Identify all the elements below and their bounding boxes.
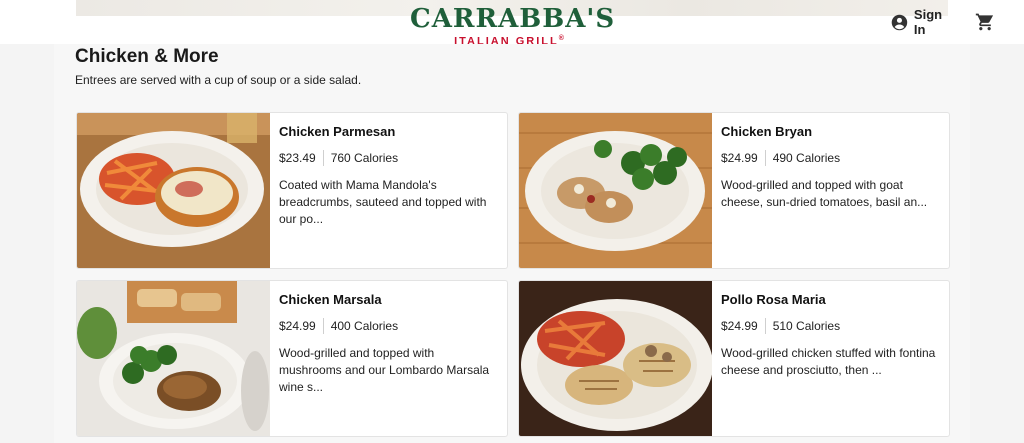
- menu-item-price: $24.99: [721, 319, 758, 333]
- menu-item-body: Pollo Rosa Maria $24.99 510 Calories Woo…: [721, 281, 939, 379]
- meta-divider: [322, 318, 324, 334]
- menu-item-body: Chicken Parmesan $23.49 760 Calories Coa…: [279, 113, 497, 228]
- shopping-cart-icon: [975, 13, 994, 31]
- menu-item-card[interactable]: Chicken Marsala $24.99 400 Calories Wood…: [76, 280, 508, 437]
- menu-item-meta: $24.99 490 Calories: [721, 150, 939, 166]
- section-subtitle: Entrees are served with a cup of soup or…: [75, 73, 362, 87]
- menu-item-description: Coated with Mama Mandola's breadcrumbs, …: [279, 178, 487, 226]
- site-header: CARRABBA'S ITALIAN GRILL® Sign In: [0, 0, 1024, 48]
- menu-item-name: Chicken Marsala: [279, 292, 382, 307]
- meta-divider: [764, 150, 766, 166]
- menu-item-calories: 510 Calories: [772, 319, 841, 333]
- menu-item-meta: $23.49 760 Calories: [279, 150, 497, 166]
- menu-item-description: Wood-grilled and topped with goat cheese…: [721, 178, 928, 209]
- menu-item-image[interactable]: [519, 113, 712, 268]
- brand-name: CARRABBA'S: [410, 4, 616, 34]
- menu-item-calories: 400 Calories: [330, 319, 399, 333]
- menu-item-body: Chicken Marsala $24.99 400 Calories Wood…: [279, 281, 497, 396]
- account-circle-icon: [891, 14, 908, 30]
- menu-item-image[interactable]: [519, 281, 712, 436]
- menu-item-calories: 760 Calories: [330, 151, 399, 165]
- menu-item-image[interactable]: [77, 113, 270, 268]
- menu-item-body: Chicken Bryan $24.99 490 Calories Wood-g…: [721, 113, 939, 211]
- meta-divider: [764, 318, 766, 334]
- brand-logo[interactable]: CARRABBA'S ITALIAN GRILL®: [410, 4, 616, 48]
- menu-item-price: $24.99: [279, 319, 316, 333]
- menu-item-price: $24.99: [721, 151, 758, 165]
- menu-item-image[interactable]: [77, 281, 270, 436]
- meta-divider: [322, 150, 324, 166]
- menu-item-price: $23.49: [279, 151, 316, 165]
- section-title: Chicken & More: [75, 46, 219, 67]
- menu-item-card[interactable]: Chicken Parmesan $23.49 760 Calories Coa…: [76, 112, 508, 269]
- menu-item-description: Wood-grilled and topped with mushrooms a…: [279, 346, 490, 394]
- menu-item-name: Pollo Rosa Maria: [721, 292, 826, 307]
- cart-button[interactable]: [975, 12, 995, 32]
- sign-in-label: Sign In: [913, 7, 943, 37]
- menu-item-card[interactable]: Pollo Rosa Maria $24.99 510 Calories Woo…: [518, 280, 950, 437]
- menu-item-meta: $24.99 400 Calories: [279, 318, 497, 334]
- menu-item-calories: 490 Calories: [772, 151, 841, 165]
- menu-item-meta: $24.99 510 Calories: [721, 318, 939, 334]
- sign-in-button[interactable]: Sign In: [891, 7, 957, 37]
- menu-item-name: Chicken Bryan: [721, 124, 813, 139]
- menu-item-description: Wood-grilled chicken stuffed with fontin…: [721, 346, 936, 377]
- menu-item-card[interactable]: Chicken Bryan $24.99 490 Calories Wood-g…: [518, 112, 950, 269]
- menu-item-name: Chicken Parmesan: [279, 124, 396, 139]
